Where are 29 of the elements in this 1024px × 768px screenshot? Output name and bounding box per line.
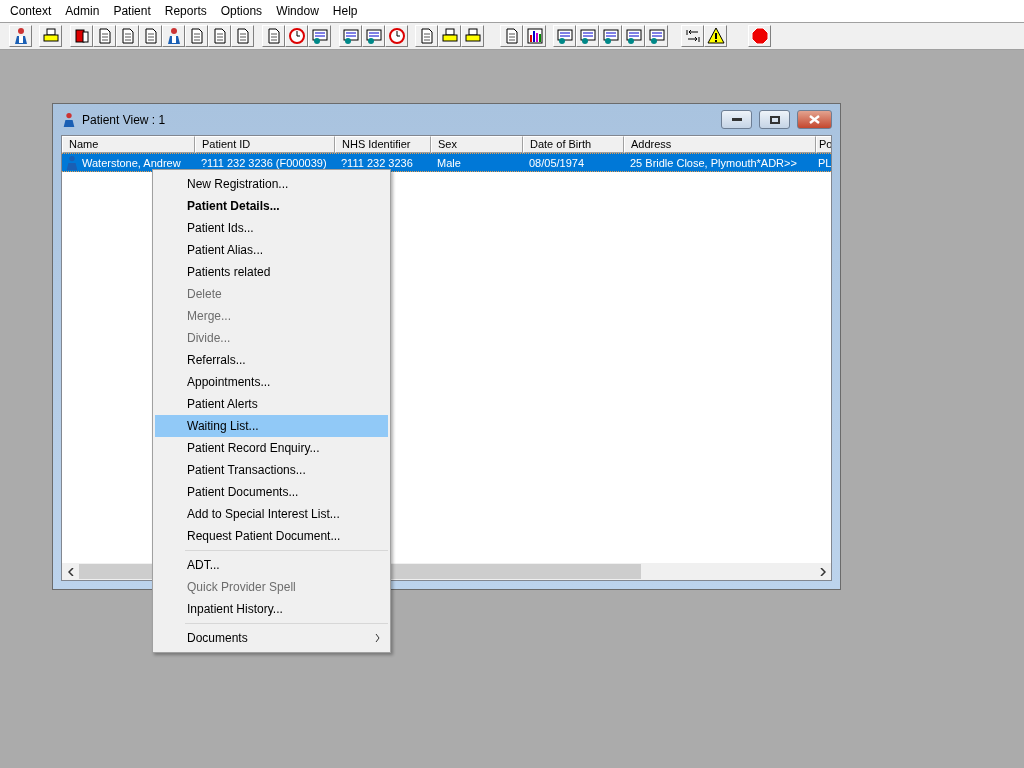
table-cell: Waterstone, Andrew xyxy=(82,156,181,169)
menu-item-label: Patient Alias... xyxy=(187,243,265,257)
menu-item-label: Patient Ids... xyxy=(187,221,255,235)
menu-item-label: Patient Documents... xyxy=(187,485,300,499)
menu-item-label: Inpatient History... xyxy=(187,602,284,616)
menu-item-label: Patient Details... xyxy=(187,199,281,213)
menu-item-label: Divide... xyxy=(187,331,232,345)
table-cell: ?111 232 3236 xyxy=(341,156,413,169)
menu-item-label: Quick Provider Spell xyxy=(187,580,297,594)
menu-item-label: Request Patient Document... xyxy=(187,529,342,543)
menu-item-label: Waiting List... xyxy=(187,419,260,433)
table-cell: PL xyxy=(818,156,831,169)
menu-item-label: Appointments... xyxy=(187,375,272,389)
menu-item-label: Documents xyxy=(187,631,249,645)
table-cell: 08/05/1974 xyxy=(529,156,585,169)
menu-item-label: Patient Alerts xyxy=(187,397,259,411)
menu-item-label: ADT... xyxy=(187,558,221,572)
menu-item-label: New Registration... xyxy=(187,177,290,191)
window-title: Patient View : 1 xyxy=(82,112,167,127)
menu-item-label: Merge... xyxy=(187,309,232,323)
menu-item-label: Patient Record Enquiry... xyxy=(187,441,321,455)
table-cell: ?111 232 3236 (F000039) xyxy=(201,156,327,169)
table-cell: Male xyxy=(437,156,461,169)
menu-item-label: Patients related xyxy=(187,265,272,279)
table-cell: 25 Bridle Close, Plymouth*ADR>> xyxy=(630,156,797,169)
menu-item-label: Add to Special Interest List... xyxy=(187,507,341,521)
menu-item-label: Delete xyxy=(187,287,223,301)
menu-item-label: Referrals... xyxy=(187,353,247,367)
menu-item-label: Patient Transactions... xyxy=(187,463,307,477)
